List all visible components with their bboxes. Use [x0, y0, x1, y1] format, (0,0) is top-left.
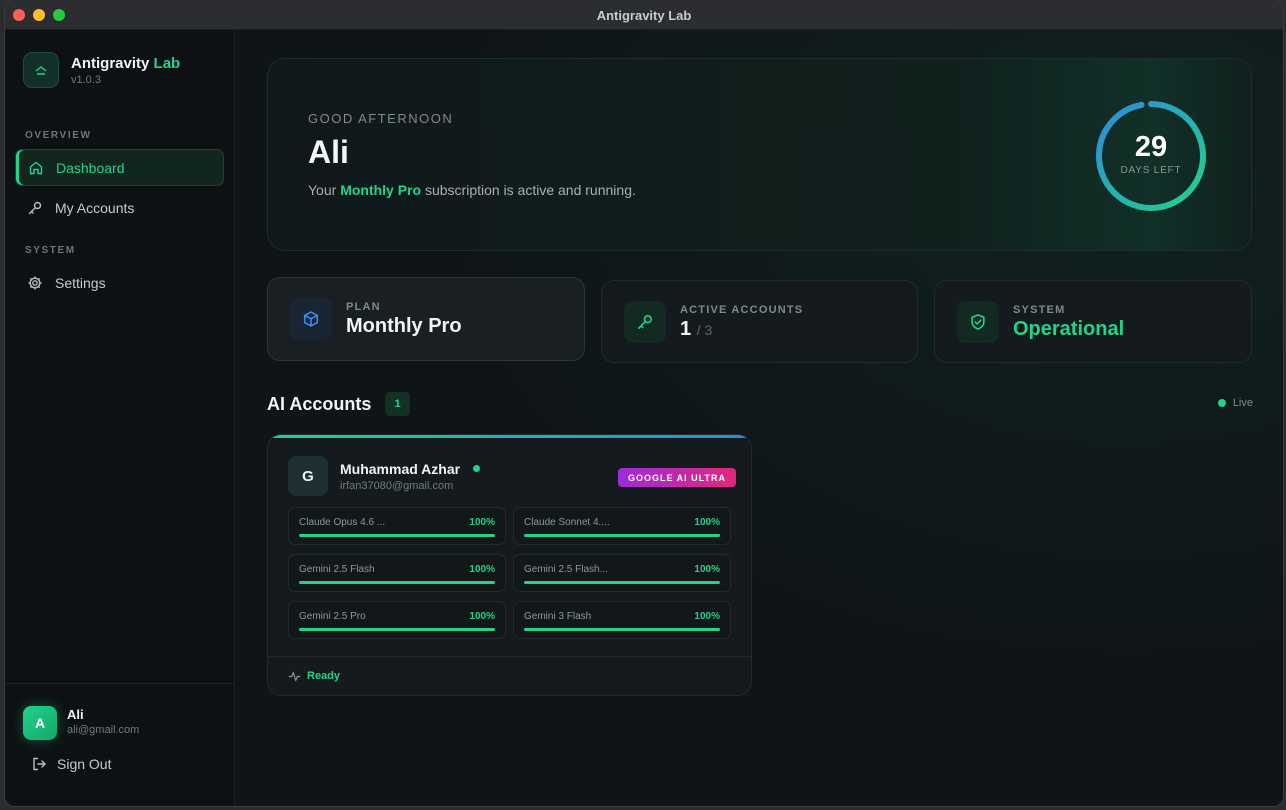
online-status-dot-icon — [473, 465, 480, 472]
model-quota-percent: 100% — [469, 517, 495, 528]
sign-out-button[interactable]: Sign Out — [31, 756, 111, 772]
account-status-footer: Ready — [268, 656, 751, 695]
model-quota-fill — [524, 581, 720, 584]
account-card-accent-bar — [268, 435, 751, 438]
model-quota-fill — [524, 628, 720, 631]
section-label-system: SYSTEM — [25, 245, 76, 256]
key-icon — [28, 201, 42, 214]
avatar[interactable]: A — [23, 706, 57, 740]
greeting-text: GOOD AFTERNOON — [308, 111, 454, 126]
model-quota-bar — [299, 628, 495, 631]
user-email: ali@gmail.com — [67, 724, 140, 736]
app-window: Antigravity Lab Antigravity Lab v1.0.3 O… — [5, 0, 1283, 806]
brand: Antigravity Lab v1.0.3 — [23, 52, 180, 88]
sidebar-item-label: Dashboard — [56, 159, 125, 176]
plan-label: PLAN — [346, 301, 381, 313]
subscription-plan-name: Monthly Pro — [340, 182, 422, 198]
system-status-value: Operational — [1013, 318, 1125, 340]
account-name: Muhammad Azhar — [340, 461, 461, 477]
days-left-label: DAYS LEFT — [1120, 165, 1182, 176]
system-label: SYSTEM — [1013, 304, 1066, 316]
main-content: GOOD AFTERNOON Ali Your Monthly Pro subs… — [235, 30, 1283, 806]
account-status-text: Ready — [307, 670, 341, 682]
system-stat-card[interactable]: SYSTEM Operational — [934, 280, 1252, 363]
model-quota-item: Claude Opus 4.6 ... 100% — [288, 507, 506, 545]
model-quota-fill — [299, 628, 495, 631]
model-name: Claude Opus 4.6 ... — [299, 517, 386, 528]
model-name: Gemini 2.5 Pro — [299, 611, 366, 622]
model-name: Gemini 3 Flash — [524, 611, 592, 622]
model-quota-bar — [524, 581, 720, 584]
activity-icon — [288, 671, 301, 681]
active-accounts-stat-card[interactable]: ACTIVE ACCOUNTS 1 / 3 — [601, 280, 918, 363]
ai-accounts-title: AI Accounts — [267, 394, 372, 414]
sidebar: Antigravity Lab v1.0.3 OVERVIEW Dashboar… — [5, 30, 235, 806]
cube-icon — [290, 298, 332, 340]
home-icon — [29, 161, 43, 174]
model-quota-percent: 100% — [694, 564, 720, 575]
active-accounts-label: ACTIVE ACCOUNTS — [680, 304, 804, 316]
plan-value: Monthly Pro — [346, 315, 462, 337]
brand-version: v1.0.3 — [71, 73, 101, 86]
title-bar: Antigravity Lab — [5, 0, 1283, 30]
brand-logo-icon — [23, 52, 59, 88]
days-left-number: 29 — [1134, 131, 1168, 163]
live-label: Live — [1232, 397, 1253, 409]
sidebar-item-dashboard[interactable]: Dashboard — [15, 149, 224, 186]
model-name: Gemini 2.5 Flash — [299, 564, 375, 575]
brand-name-accent: Lab — [153, 54, 181, 72]
model-name: Gemini 2.5 Flash... — [524, 564, 608, 575]
sidebar-item-label: My Accounts — [55, 199, 135, 216]
hero-user-name: Ali — [308, 134, 349, 170]
model-quota-item: Gemini 2.5 Pro 100% — [288, 601, 506, 639]
sidebar-item-settings[interactable]: Settings — [15, 264, 224, 301]
ai-accounts-count-badge: 1 — [385, 392, 410, 416]
model-quota-item: Claude Sonnet 4.... 100% — [513, 507, 731, 545]
account-email: irfan37080@gmail.com — [340, 480, 454, 492]
plan-stat-card[interactable]: PLAN Monthly Pro — [267, 277, 585, 361]
model-quota-percent: 100% — [694, 611, 720, 622]
user-name: Ali — [67, 707, 84, 722]
user-block: A Ali ali@gmail.com Sign Out — [5, 683, 234, 806]
account-tier-badge: GOOGLE AI ULTRA — [618, 468, 736, 487]
model-quota-percent: 100% — [469, 611, 495, 622]
sidebar-item-label: Settings — [55, 274, 106, 291]
model-quota-bar — [299, 581, 495, 584]
welcome-card: GOOD AFTERNOON Ali Your Monthly Pro subs… — [267, 58, 1252, 251]
subscription-status-text: Your Monthly Pro subscription is active … — [308, 182, 636, 198]
account-avatar: G — [288, 456, 328, 496]
key-icon — [624, 301, 666, 343]
model-quota-item: Gemini 2.5 Flash 100% — [288, 554, 506, 592]
gear-icon — [28, 276, 42, 289]
model-quota-bar — [299, 534, 495, 537]
model-quota-item: Gemini 2.5 Flash... 100% — [513, 554, 731, 592]
live-indicator: Live — [1217, 397, 1253, 409]
model-quota-percent: 100% — [469, 564, 495, 575]
sign-out-label: Sign Out — [57, 756, 112, 772]
live-dot-icon — [1217, 399, 1226, 407]
model-quota-fill — [299, 581, 495, 584]
shield-check-icon — [957, 301, 999, 343]
sign-out-icon — [33, 757, 46, 771]
model-quota-percent: 100% — [694, 517, 720, 528]
model-quota-bar — [524, 534, 720, 537]
active-accounts-value: 1 / 3 — [680, 318, 713, 340]
sidebar-item-my-accounts[interactable]: My Accounts — [15, 189, 224, 226]
model-name: Claude Sonnet 4.... — [524, 517, 610, 528]
model-quota-item: Gemini 3 Flash 100% — [513, 601, 731, 639]
account-card[interactable]: G Muhammad Azhar irfan37080@gmail.com GO… — [267, 434, 752, 696]
model-quota-fill — [524, 534, 720, 537]
total-accounts: / 3 — [696, 322, 713, 338]
model-quota-bar — [524, 628, 720, 631]
brand-name: Antigravity Lab — [71, 54, 181, 72]
model-quota-fill — [299, 534, 495, 537]
window-title: Antigravity Lab — [596, 8, 692, 23]
section-label-overview: OVERVIEW — [25, 130, 92, 141]
